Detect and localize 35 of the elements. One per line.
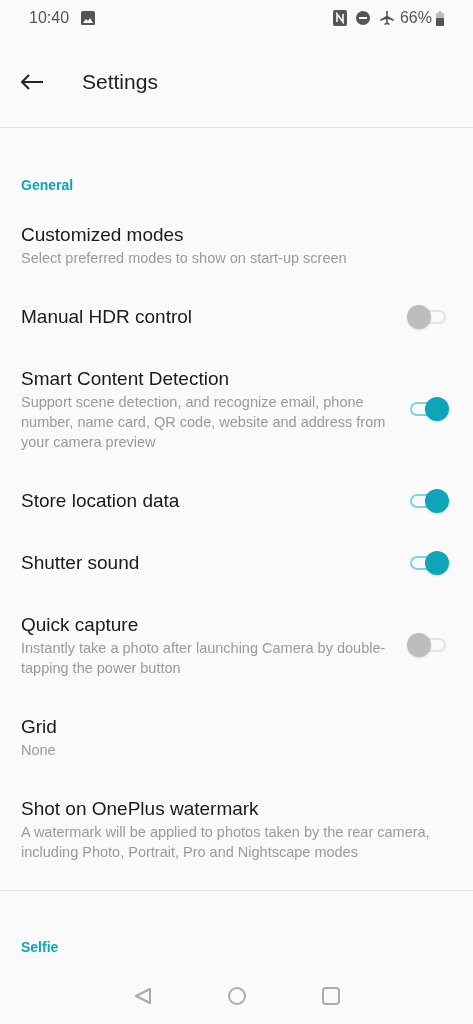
settings-row[interactable]: Store location data (0, 470, 473, 532)
battery-icon (436, 10, 444, 26)
recents-nav-icon[interactable] (320, 986, 341, 1006)
home-nav-icon[interactable] (226, 986, 247, 1006)
settings-row[interactable]: Shot on OnePlus watermark A watermark will be applied to photos taken by the rear camera, including Photo, Portrait, Pro and Nightscape modes (0, 778, 473, 880)
status-time: 10:40 (29, 8, 70, 28)
page-title: Settings (82, 68, 158, 95)
do-not-disturb-icon (355, 11, 370, 25)
settings-row[interactable]: Customized modes Select preferred modes to show on start-up screen (0, 204, 473, 286)
setting-title: Quick capture (21, 613, 140, 637)
setting-description: A watermark will be applied to photos taken by the rear camera, including Photo, Portrait, Pro and Nightscape modes (21, 823, 431, 862)
setting-description: None (21, 741, 57, 760)
battery-percent: 66% (399, 8, 432, 28)
setting-description: Support scene detection, and recognize email, phone number, name card, QR code, website and address from your camera preview (21, 393, 387, 452)
back-arrow-icon (20, 72, 44, 91)
image-icon (81, 11, 96, 25)
setting-title: Shutter sound (21, 551, 141, 575)
setting-title: Customized modes (21, 223, 185, 247)
back-nav-icon[interactable] (132, 986, 153, 1006)
setting-title: Store location data (21, 489, 181, 513)
settings-row[interactable]: Manual HDR control (0, 286, 473, 348)
section-header: General (20, 176, 75, 195)
setting-title: Grid (21, 715, 58, 739)
setting-title: Smart Content Detection (21, 367, 231, 391)
setting-title: Manual HDR control (21, 305, 194, 329)
settings-row[interactable]: Grid None (0, 696, 473, 778)
nfc-icon (332, 10, 347, 26)
setting-description: Select preferred modes to show on start-up screen (21, 249, 348, 268)
airplane-icon (378, 10, 395, 26)
settings-row[interactable]: Quick capture Instantly take a photo after launching Camera by double-tapping the power button (0, 594, 473, 696)
settings-row[interactable]: Smart Content Detection Support scene detection, and recognize email, phone number, name card, QR code, website and address from your camera preview (0, 348, 473, 470)
settings-row[interactable]: Shutter sound (0, 532, 473, 594)
setting-description: Instantly take a photo after launching Camera by double-tapping the power button (21, 639, 387, 678)
section-header: Selfie (20, 938, 60, 957)
setting-title: Shot on OnePlus watermark (21, 797, 260, 821)
